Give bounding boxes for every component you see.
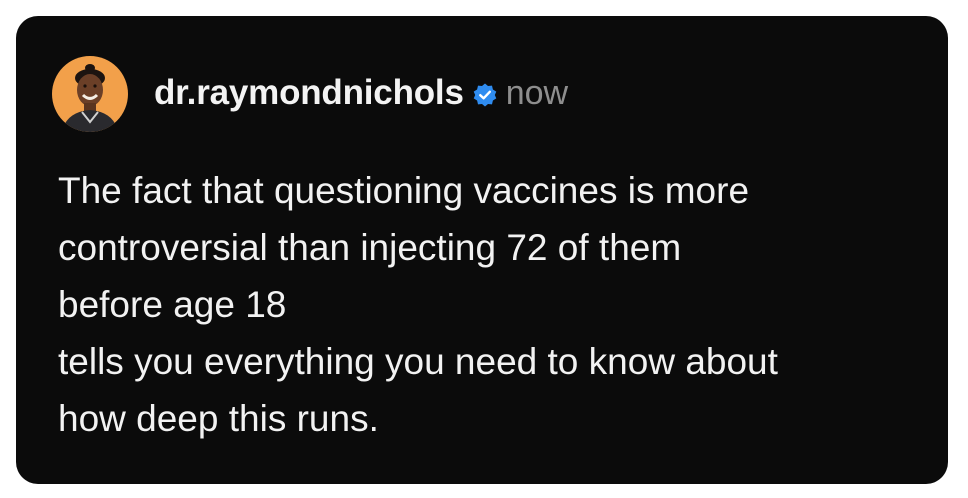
avatar[interactable] <box>52 56 128 132</box>
post-card: dr.raymondnichols now The fact that ques… <box>16 16 948 484</box>
post-header: dr.raymondnichols now <box>52 54 568 134</box>
author-row: dr.raymondnichols now <box>154 73 568 113</box>
post-text-line: how deep this runs. <box>58 398 379 439</box>
post-text-line: tells you everything you need to know ab… <box>58 341 778 382</box>
post-text-line: before age 18 <box>58 284 287 325</box>
avatar-photo <box>62 64 118 132</box>
username-link[interactable]: dr.raymondnichols <box>154 73 464 113</box>
post-text-line: controversial than injecting 72 of them <box>58 227 682 268</box>
post-text-line: The fact that questioning vaccines is mo… <box>58 170 750 211</box>
post-timestamp: now <box>505 73 569 112</box>
verified-badge-icon <box>472 82 498 108</box>
post-body: The fact that questioning vaccines is mo… <box>58 162 918 447</box>
